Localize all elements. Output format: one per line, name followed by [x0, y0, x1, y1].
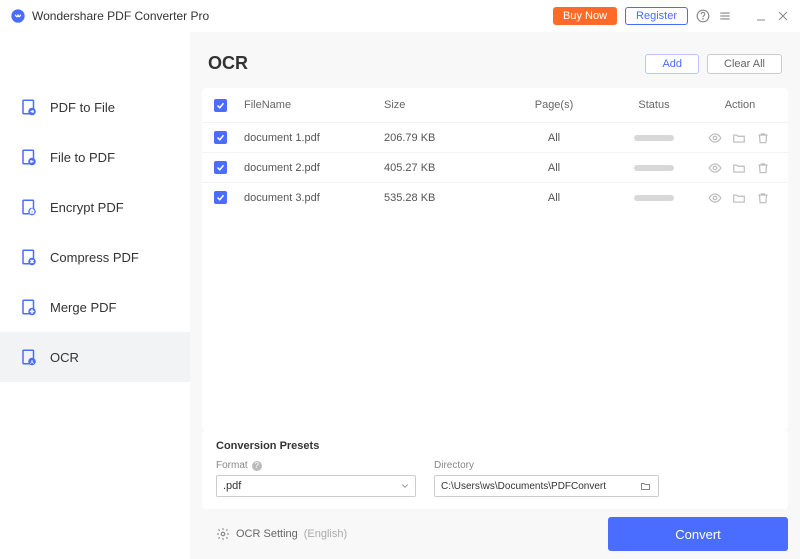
table-row: document 2.pdf405.27 KBAll	[202, 152, 788, 182]
merge-pdf-icon	[20, 298, 38, 316]
table-header: FileName Size Page(s) Status Action	[202, 88, 788, 122]
col-header-action: Action	[704, 99, 776, 111]
format-label: Format?	[216, 460, 416, 471]
file-size: 405.27 KB	[384, 162, 504, 174]
file-name: document 3.pdf	[244, 192, 384, 204]
pdf-to-file-icon	[20, 98, 38, 116]
buy-now-button[interactable]: Buy Now	[553, 7, 617, 25]
add-button[interactable]: Add	[645, 54, 699, 74]
main-header: OCR Add Clear All	[190, 32, 800, 80]
folder-icon[interactable]	[732, 191, 746, 205]
page-title: OCR	[208, 53, 637, 74]
file-status	[604, 135, 704, 141]
sidebar-item-ocr[interactable]: A OCR	[0, 332, 190, 382]
row-checkbox[interactable]	[214, 191, 227, 204]
app-title: Wondershare PDF Converter Pro	[32, 9, 553, 23]
table-row: document 3.pdf535.28 KBAll	[202, 182, 788, 212]
ocr-setting-link[interactable]: OCR Setting (English)	[216, 527, 608, 541]
conversion-presets: Conversion Presets Format? .pdf Director…	[202, 430, 788, 509]
file-status	[604, 195, 704, 201]
col-header-status: Status	[604, 99, 704, 111]
titlebar-actions: Buy Now Register	[553, 7, 790, 25]
ocr-language: (English)	[304, 528, 347, 540]
app-logo	[10, 8, 26, 24]
file-name: document 2.pdf	[244, 162, 384, 174]
file-size: 535.28 KB	[384, 192, 504, 204]
menu-icon[interactable]	[718, 9, 732, 23]
register-button[interactable]: Register	[625, 7, 688, 25]
encrypt-pdf-icon	[20, 198, 38, 216]
sidebar-item-label: Compress PDF	[50, 250, 139, 265]
minimize-icon[interactable]	[754, 9, 768, 23]
convert-button[interactable]: Convert	[608, 517, 788, 551]
sidebar-item-label: Encrypt PDF	[50, 200, 124, 215]
ocr-icon: A	[20, 348, 38, 366]
sidebar-item-encrypt-pdf[interactable]: Encrypt PDF	[0, 182, 190, 232]
presets-title: Conversion Presets	[216, 440, 774, 452]
titlebar: Wondershare PDF Converter Pro Buy Now Re…	[0, 0, 800, 32]
preview-icon[interactable]	[708, 161, 722, 175]
sidebar: PDF to File File to PDF Encrypt PDF Comp…	[0, 32, 190, 559]
directory-label: Directory	[434, 460, 659, 471]
main-panel: OCR Add Clear All FileName Size Page(s) …	[190, 32, 800, 559]
ocr-setting-label: OCR Setting	[236, 528, 298, 540]
folder-open-icon	[640, 480, 652, 492]
sidebar-item-label: Merge PDF	[50, 300, 116, 315]
file-table: FileName Size Page(s) Status Action docu…	[202, 88, 788, 430]
delete-icon[interactable]	[756, 131, 770, 145]
help-icon[interactable]: ?	[252, 461, 262, 471]
sidebar-item-pdf-to-file[interactable]: PDF to File	[0, 82, 190, 132]
gear-icon	[216, 527, 230, 541]
table-row: document 1.pdf206.79 KBAll	[202, 122, 788, 152]
row-checkbox[interactable]	[214, 161, 227, 174]
app-body: PDF to File File to PDF Encrypt PDF Comp…	[0, 32, 800, 559]
file-pages[interactable]: All	[504, 192, 604, 204]
clear-all-button[interactable]: Clear All	[707, 54, 782, 74]
file-pages[interactable]: All	[504, 162, 604, 174]
col-header-pages: Page(s)	[504, 99, 604, 111]
sidebar-item-file-to-pdf[interactable]: File to PDF	[0, 132, 190, 182]
select-all-checkbox[interactable]	[214, 99, 227, 112]
format-value: .pdf	[223, 480, 241, 492]
format-select[interactable]: .pdf	[216, 475, 416, 497]
col-header-size: Size	[384, 99, 504, 111]
footer: OCR Setting (English) Convert	[190, 509, 800, 559]
compress-pdf-icon	[20, 248, 38, 266]
directory-input[interactable]: C:\Users\ws\Documents\PDFConvert	[434, 475, 659, 497]
file-name: document 1.pdf	[244, 132, 384, 144]
delete-icon[interactable]	[756, 161, 770, 175]
delete-icon[interactable]	[756, 191, 770, 205]
file-status	[604, 165, 704, 171]
svg-text:A: A	[30, 360, 34, 366]
close-icon[interactable]	[776, 9, 790, 23]
help-icon[interactable]	[696, 9, 710, 23]
sidebar-item-compress-pdf[interactable]: Compress PDF	[0, 232, 190, 282]
row-checkbox[interactable]	[214, 131, 227, 144]
preview-icon[interactable]	[708, 131, 722, 145]
sidebar-item-label: PDF to File	[50, 100, 115, 115]
folder-icon[interactable]	[732, 161, 746, 175]
file-to-pdf-icon	[20, 148, 38, 166]
file-size: 206.79 KB	[384, 132, 504, 144]
sidebar-item-merge-pdf[interactable]: Merge PDF	[0, 282, 190, 332]
sidebar-item-label: OCR	[50, 350, 79, 365]
chevron-down-icon	[401, 482, 409, 490]
folder-icon[interactable]	[732, 131, 746, 145]
file-pages[interactable]: All	[504, 132, 604, 144]
preview-icon[interactable]	[708, 191, 722, 205]
col-header-name: FileName	[244, 99, 384, 111]
sidebar-item-label: File to PDF	[50, 150, 115, 165]
directory-value: C:\Users\ws\Documents\PDFConvert	[441, 481, 640, 492]
